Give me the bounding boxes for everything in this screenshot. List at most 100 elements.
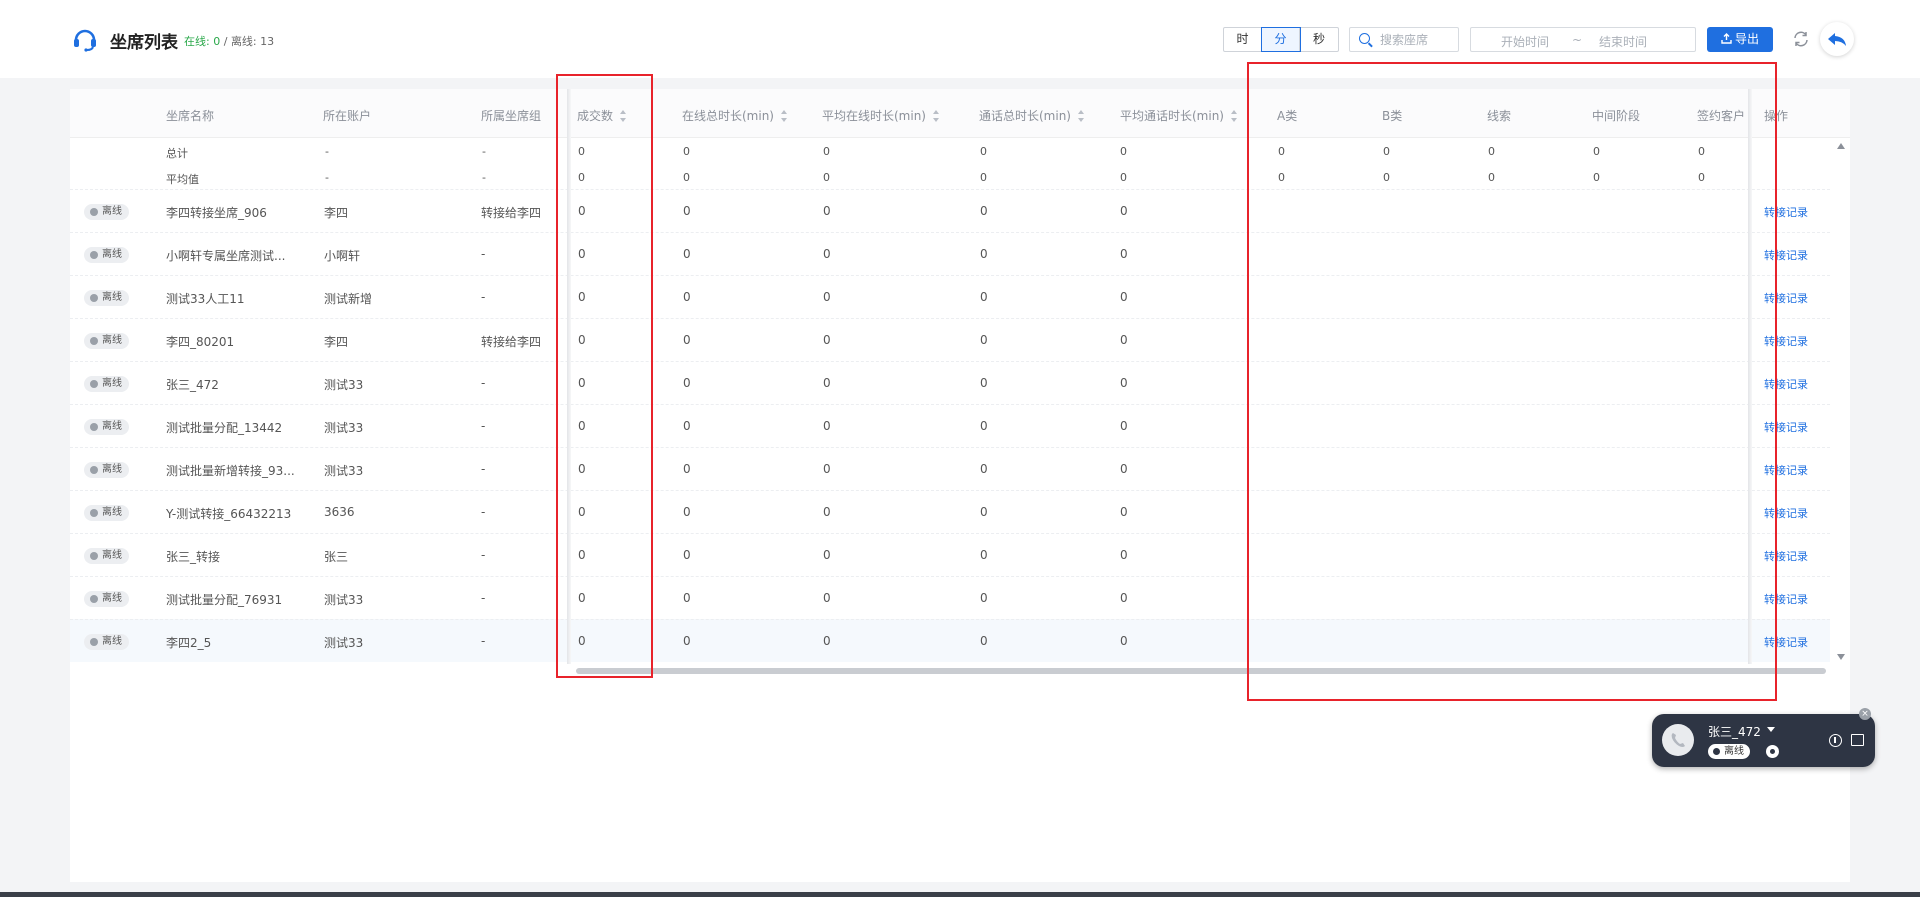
table-row: 离线 李四2_5 测试33 - 0 0 0 0 0 转接记录: [70, 619, 1830, 662]
summary-value: 0: [1278, 171, 1285, 184]
col-call-avg[interactable]: 平均通话时长(min): [1120, 107, 1238, 124]
summary-row-average: 平均值 - - 0 0 0 0 0 0 0 0 0 0: [70, 165, 1830, 191]
account-name: 测试33: [324, 378, 364, 392]
summary-value: 0: [980, 171, 987, 184]
deals-value: 0: [578, 419, 586, 433]
start-time-placeholder[interactable]: 开始时间: [1501, 33, 1549, 50]
online-total-value: 0: [683, 204, 691, 218]
gear-icon[interactable]: [1766, 745, 1779, 758]
agent-name: 张三_转接: [166, 550, 221, 564]
col-deals[interactable]: 成交数: [577, 107, 627, 124]
search-input[interactable]: [1380, 30, 1454, 50]
call-total-value: 0: [980, 290, 988, 304]
time-unit-second[interactable]: 秒: [1300, 28, 1338, 51]
bottom-edge-bar: [0, 892, 1920, 897]
col-online-avg[interactable]: 平均在线时长(min): [822, 107, 940, 124]
summary-value: 0: [980, 145, 987, 158]
group-name: -: [481, 247, 486, 261]
sort-icon[interactable]: [781, 110, 788, 122]
transfer-record-link[interactable]: 转接记录: [1764, 634, 1808, 650]
transfer-record-link[interactable]: 转接记录: [1764, 505, 1808, 521]
transfer-record-link[interactable]: 转接记录: [1764, 462, 1808, 478]
phone-agent-name[interactable]: 张三_472: [1708, 723, 1761, 740]
col-class-a: A类: [1277, 109, 1298, 123]
online-total-value: 0: [683, 419, 691, 433]
summary-value: 0: [1383, 171, 1390, 184]
agent-name: Y-测试转接_66432213: [166, 507, 292, 521]
group-name: -: [481, 419, 486, 433]
group-name: -: [481, 505, 486, 519]
online-avg-value: 0: [823, 333, 831, 347]
summary-value: 0: [1488, 145, 1495, 158]
offline-status-badge: 离线: [84, 548, 129, 564]
summary-value: 0: [1120, 171, 1127, 184]
account-name: 测试33: [324, 636, 364, 650]
page-title: 坐席列表: [110, 33, 178, 53]
transfer-record-link[interactable]: 转接记录: [1764, 591, 1808, 607]
offline-status-badge: 离线: [84, 591, 129, 607]
summary-value: 0: [1120, 145, 1127, 158]
time-unit-minute[interactable]: 分: [1261, 27, 1301, 52]
group-name: -: [481, 591, 486, 605]
table-header: 坐席名称 所在账户 所属坐席组 成交数 在线总时长(min) 平均在线时长(mi…: [70, 89, 1850, 138]
online-total-value: 0: [683, 591, 691, 605]
date-range-picker[interactable]: 开始时间 ~ 结束时间: [1470, 27, 1696, 52]
transfer-record-link[interactable]: 转接记录: [1764, 376, 1808, 392]
close-icon[interactable]: ×: [1859, 708, 1871, 720]
offline-status-badge: 离线: [84, 204, 129, 220]
sort-icon[interactable]: [1078, 110, 1085, 122]
phone-status-badge[interactable]: 离线: [1708, 744, 1750, 759]
sort-icon[interactable]: [620, 110, 627, 122]
sort-icon[interactable]: [933, 110, 940, 122]
info-icon[interactable]: [1829, 734, 1842, 747]
status-divider: /: [223, 35, 228, 48]
col-online-total[interactable]: 在线总时长(min): [682, 107, 788, 124]
online-avg-value: 0: [823, 591, 831, 605]
back-button[interactable]: [1820, 22, 1854, 56]
online-total-value: 0: [683, 290, 691, 304]
scroll-down-arrow-icon[interactable]: [1837, 654, 1845, 660]
transfer-record-link[interactable]: 转接记录: [1764, 247, 1808, 263]
export-button[interactable]: 导出: [1707, 27, 1773, 52]
sort-icon[interactable]: [1231, 110, 1238, 122]
online-avg-value: 0: [823, 376, 831, 390]
offline-status-badge: 离线: [84, 290, 129, 306]
account-name: 李四: [324, 335, 349, 349]
col-middle-stage: 中间阶段: [1592, 109, 1641, 123]
minimize-window-icon[interactable]: [1851, 734, 1864, 746]
summary-value: 0: [683, 171, 690, 184]
summary-account: -: [325, 171, 329, 184]
chevron-down-icon[interactable]: [1767, 727, 1775, 732]
scroll-up-arrow-icon[interactable]: [1837, 143, 1845, 149]
call-avg-value: 0: [1120, 419, 1128, 433]
call-total-value: 0: [980, 548, 988, 562]
col-call-total[interactable]: 通话总时长(min): [979, 107, 1085, 124]
transfer-record-link[interactable]: 转接记录: [1764, 204, 1808, 220]
online-avg-value: 0: [823, 419, 831, 433]
group-name: -: [481, 548, 486, 562]
online-avg-value: 0: [823, 290, 831, 304]
online-avg-value: 0: [823, 462, 831, 476]
transfer-record-link[interactable]: 转接记录: [1764, 333, 1808, 349]
summary-group: -: [482, 171, 486, 184]
table-row: 离线 Y-测试转接_66432213 3636 - 0 0 0 0 0 转接记录: [70, 490, 1830, 533]
time-unit-hour[interactable]: 时: [1224, 28, 1262, 51]
refresh-icon[interactable]: [1792, 30, 1810, 48]
summary-value: 0: [578, 171, 585, 184]
call-total-value: 0: [980, 419, 988, 433]
transfer-record-link[interactable]: 转接记录: [1764, 290, 1808, 306]
summary-value: 0: [683, 145, 690, 158]
transfer-record-link[interactable]: 转接记录: [1764, 419, 1808, 435]
offline-status-badge: 离线: [84, 247, 129, 263]
call-avg-value: 0: [1120, 591, 1128, 605]
vertical-scrollbar[interactable]: [1832, 138, 1850, 664]
call-total-value: 0: [980, 376, 988, 390]
account-name: 测试33: [324, 464, 364, 478]
end-time-placeholder[interactable]: 结束时间: [1599, 33, 1647, 50]
deals-value: 0: [578, 462, 586, 476]
online-total-value: 0: [683, 376, 691, 390]
transfer-record-link[interactable]: 转接记录: [1764, 548, 1808, 564]
agent-name: 小啊轩专属坐席测试...: [166, 249, 286, 263]
account-name: 测试33: [324, 421, 364, 435]
horizontal-scrollbar-thumb[interactable]: [576, 668, 1826, 674]
